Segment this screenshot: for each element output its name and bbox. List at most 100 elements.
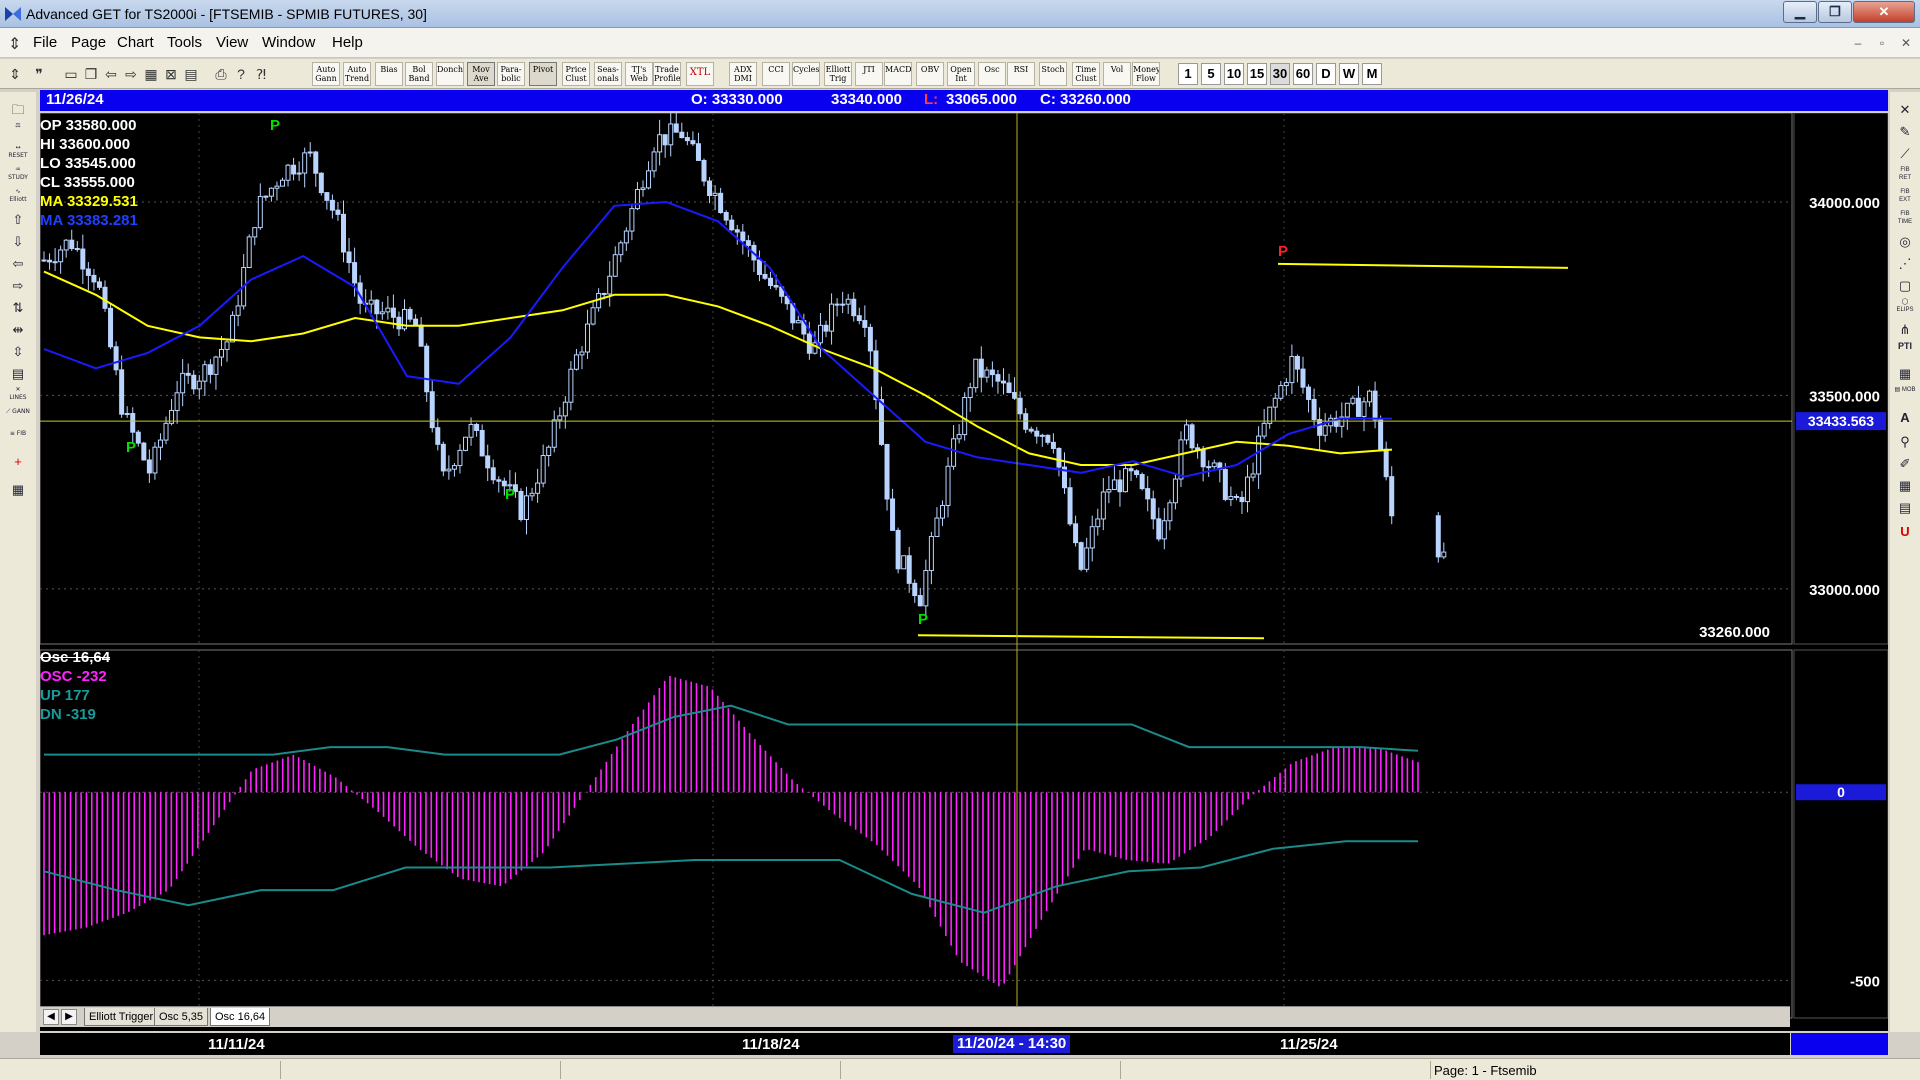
tab-osc-5-35[interactable]: Osc 5,35 [154, 1008, 209, 1026]
chart-canvas[interactable]: 34000.000 33500.000 33000.000 0 -500 33433.… [40, 113, 1888, 1031]
arrow-updown-icon[interactable]: ⇕ [6, 64, 24, 84]
menu-window[interactable]: Window [262, 34, 315, 51]
arrow-right-icon[interactable]: ⇨ [6, 276, 30, 296]
reset-icon[interactable]: ↔ RESET [6, 144, 30, 164]
study-button-price-clust[interactable]: Price Clust [562, 62, 590, 86]
maximize-button[interactable]: ❐ [1818, 1, 1852, 23]
study-button-obv[interactable]: OBV [916, 62, 944, 86]
arrow-up-icon[interactable]: ⇧ [6, 210, 30, 230]
study-button-osc[interactable]: Osc [978, 62, 1006, 86]
study-button-adx-dmi[interactable]: ADX DMI [729, 62, 757, 86]
timeframe-button-1[interactable]: 1 [1178, 63, 1198, 85]
timeframe-button-60[interactable]: 60 [1293, 63, 1313, 85]
study-button-macd[interactable]: MACD [884, 62, 912, 86]
cross-icon[interactable]: ⊠ [162, 64, 180, 84]
crosshair-icon[interactable]: + [6, 452, 30, 472]
lines-tool-icon[interactable]: ✕ LINES [6, 386, 30, 406]
study-button-xtl[interactable]: XTL [686, 62, 714, 86]
grid-tool-icon[interactable]: ▦ [1894, 476, 1916, 496]
timeframe-button-m[interactable]: M [1362, 63, 1382, 85]
zoom-icon[interactable]: ⚲ [1894, 432, 1916, 452]
fan-icon[interactable]: ⋰ [1894, 254, 1916, 274]
timeframe-button-5[interactable]: 5 [1201, 63, 1221, 85]
expand-vertical-icon[interactable]: ⇳ [6, 342, 30, 362]
delete-icon[interactable]: ✕ [1894, 100, 1916, 120]
pti-icon[interactable]: PTI [1894, 342, 1916, 362]
elliott-icon[interactable]: ∿ Elliott [6, 188, 30, 208]
fib-ext-icon[interactable]: FIB EXT [1894, 188, 1916, 208]
study-button-cycles[interactable]: Cycles [792, 62, 820, 86]
spiral-icon[interactable]: ◎ [1894, 232, 1916, 252]
tab-elliott-trigger[interactable]: Elliott Trigger [84, 1008, 159, 1026]
study-button-para-bolic[interactable]: Para-bolic [497, 62, 525, 86]
study-button-time-clust[interactable]: Time Clust [1072, 62, 1100, 86]
gann-icon[interactable]: ⟋ GANN [6, 408, 30, 428]
tab-osc-16-64[interactable]: Osc 16,64 [210, 1008, 271, 1026]
timeframe-button-30[interactable]: 30 [1270, 63, 1290, 85]
pencil-icon[interactable]: ✎ [1894, 122, 1916, 142]
study-button-rsi[interactable]: RSI [1007, 62, 1035, 86]
paint-icon[interactable]: ✐ [1894, 454, 1916, 474]
study-button-seas-onals[interactable]: Seas-onals [594, 62, 622, 86]
back-icon[interactable]: ⇦ [102, 64, 120, 84]
copy-icon[interactable]: ❐ [82, 64, 100, 84]
tab-scroll-right-button[interactable]: ▶ [61, 1009, 77, 1025]
open-folder-icon[interactable]: 🗀 [6, 100, 30, 120]
menu-file[interactable]: File [33, 34, 57, 51]
mdi-minimize-button[interactable]: – [1848, 33, 1868, 53]
fib-icon[interactable]: ≡ FIB [6, 430, 30, 450]
study-icon[interactable]: ♒ STUDY [6, 166, 30, 186]
menu-help[interactable]: Help [332, 34, 363, 51]
chart-area[interactable]: 34000.000 33500.000 33000.000 0 -500 33433.… [40, 113, 1888, 1031]
quote-icon[interactable]: ❞ [30, 64, 48, 84]
minimize-button[interactable]: ▁ [1783, 1, 1817, 23]
calculator-icon[interactable]: ▦ [6, 480, 30, 500]
study-button-cci[interactable]: CCI [762, 62, 790, 86]
ellipse-icon[interactable]: ◯ ELIPS [1894, 298, 1916, 318]
lines-icon[interactable]: ▤ [6, 364, 30, 384]
expand-horizontal-icon[interactable]: ⇹ [6, 320, 30, 340]
arrow-left-icon[interactable]: ⇦ [6, 254, 30, 274]
calendar-icon[interactable]: ▤ [1894, 498, 1916, 518]
study-button-auto-trend[interactable]: Auto Trend [343, 62, 371, 86]
tab-scroll-left-button[interactable]: ◀ [43, 1009, 59, 1025]
fib-time-icon[interactable]: FIB TIME [1894, 210, 1916, 230]
pitchfork-icon[interactable]: ⋔ [1894, 320, 1916, 340]
study-button-stoch[interactable]: Stoch [1039, 62, 1067, 86]
timeframe-button-10[interactable]: 10 [1224, 63, 1244, 85]
layout-icon[interactable]: ▦ [142, 64, 160, 84]
study-button-bol-band[interactable]: Bol Band [405, 62, 433, 86]
menu-page[interactable]: Page [71, 34, 106, 51]
study-button-auto-gann[interactable]: Auto Gann [312, 62, 340, 86]
forward-icon[interactable]: ⇨ [122, 64, 140, 84]
study-button-elliott-trig[interactable]: Elliott Trig [824, 62, 852, 86]
menu-tools[interactable]: Tools [167, 34, 202, 51]
trendline-icon[interactable]: ⟋ [1894, 144, 1916, 164]
box-icon[interactable]: ▢ [1894, 276, 1916, 296]
close-button[interactable]: ✕ [1853, 1, 1915, 23]
study-button-trade-profile[interactable]: Trade Profile [653, 62, 681, 86]
mdi-close-button[interactable]: ✕ [1896, 33, 1916, 53]
arrow-down-icon[interactable]: ⇩ [6, 232, 30, 252]
context-help-icon[interactable]: ⁈ [252, 64, 270, 84]
menu-chart[interactable]: Chart [117, 34, 154, 51]
new-page-icon[interactable]: ▭ [62, 64, 80, 84]
compress-icon[interactable]: ⇅ [6, 298, 30, 318]
study-button-open-int[interactable]: Open Int [947, 62, 975, 86]
help-bulb-icon[interactable]: ? [232, 64, 250, 84]
study-button-pivot[interactable]: Pivot [529, 62, 557, 86]
balance-icon[interactable]: ⚖ [6, 122, 30, 142]
document-icon[interactable]: ⇕ [8, 34, 24, 53]
text-tool-icon[interactable]: A [1894, 408, 1916, 428]
fib-ret-icon[interactable]: FIB RET [1894, 166, 1916, 186]
study-button-mov-ave[interactable]: Mov Ave [467, 62, 495, 86]
magnet-icon[interactable]: U [1894, 522, 1916, 542]
mob-icon[interactable]: ▤ MOB [1894, 386, 1916, 406]
print-icon[interactable]: ⎙ [212, 64, 230, 84]
study-button-donch[interactable]: Donch [436, 62, 464, 86]
study-button-money-flow[interactable]: Money Flow [1132, 62, 1160, 86]
grid-icon[interactable]: ▤ [182, 64, 200, 84]
study-button-tj-s-web[interactable]: TJ's Web [625, 62, 653, 86]
study-button-jti[interactable]: JTI [855, 62, 883, 86]
timeframe-button-w[interactable]: W [1339, 63, 1359, 85]
